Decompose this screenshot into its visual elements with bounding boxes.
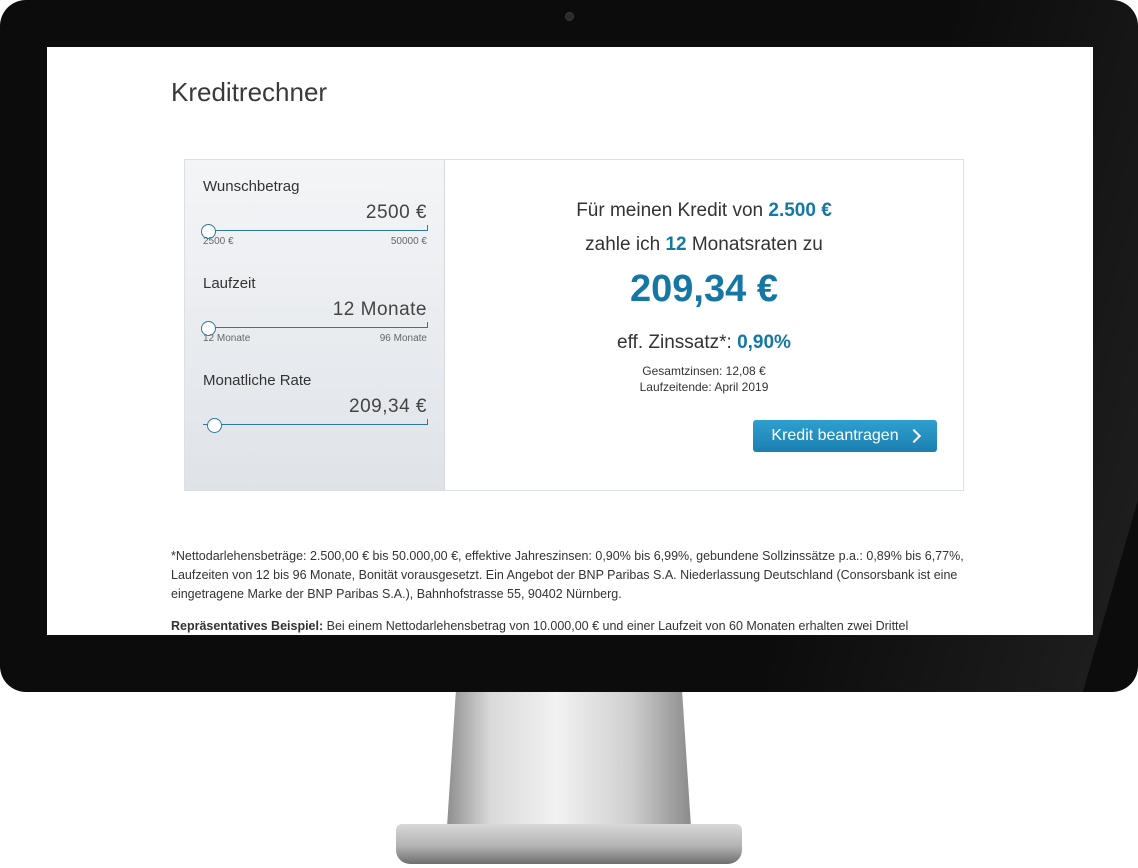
amount-value[interactable]: 2500 €	[366, 202, 427, 224]
amount-slider-track[interactable]	[203, 225, 428, 231]
term-end-date: Laufzeitende: April 2019	[639, 380, 769, 394]
result-line-term: zahle ich 12 Monatsraten zu	[445, 234, 963, 256]
amount-label: Wunschbetrag	[203, 178, 300, 195]
page-title: Kreditrechner	[171, 77, 328, 107]
monthly-label: Monatliche Rate	[203, 372, 312, 389]
chevron-right-icon	[906, 428, 921, 444]
result-line-amount: Für meinen Kredit von 2.500 €	[445, 200, 963, 222]
monthly-value[interactable]: 209,34 €	[349, 396, 427, 418]
term-min: 12 Monate	[203, 333, 251, 344]
monitor-bezel: Kreditrechner Wunschbetrag 2500 € 2500 €…	[0, 0, 1138, 692]
calculator-controls: Wunschbetrag 2500 € 2500 € 50000 € Laufz…	[185, 160, 445, 490]
amount-max: 50000 €	[390, 236, 427, 247]
example-label: Repräsentatives Beispiel:	[171, 619, 324, 633]
monitor-stand-base	[396, 824, 742, 864]
term-max: 96 Monate	[379, 333, 427, 344]
monthly-slider-thumb[interactable]	[207, 418, 223, 433]
line2-count: 12	[665, 234, 687, 255]
example-text: Bei einem Nettodarlehensbetrag von 10.00…	[326, 619, 909, 633]
apply-button-label: Kredit beantragen	[771, 427, 899, 444]
total-interest: Gesamtzinsen: 12,08 €	[642, 364, 766, 378]
amount-min: 2500 €	[203, 236, 234, 247]
line1-amount: 2.500 €	[768, 200, 832, 221]
line1-prefix: Für meinen Kredit von	[576, 200, 764, 221]
effective-interest: eff. Zinssatz*: 0,90%	[445, 332, 963, 354]
term-label: Laufzeit	[203, 275, 256, 292]
legal-footnote: *Nettodarlehensbeträge: 2.500,00 € bis 5…	[171, 549, 964, 601]
monthly-slider-track[interactable]	[203, 419, 428, 425]
term-slider-track[interactable]	[203, 322, 428, 328]
term-value[interactable]: 12 Monate	[333, 299, 427, 321]
calculator-result: Für meinen Kredit von 2.500 € zahle ich …	[445, 160, 963, 490]
zins-value: 0,90%	[737, 332, 791, 353]
monthly-rate-result: 209,34 €	[630, 268, 778, 310]
credit-calculator: Wunschbetrag 2500 € 2500 € 50000 € Laufz…	[184, 159, 964, 491]
representative-example: Repräsentatives Beispiel: Bei einem Nett…	[171, 617, 981, 635]
monitor-stand-neck	[446, 692, 692, 842]
screen: Kreditrechner Wunschbetrag 2500 € 2500 €…	[47, 47, 1093, 635]
zins-label: eff. Zinssatz*:	[617, 332, 732, 353]
line2-prefix: zahle ich	[585, 234, 661, 255]
line2-suffix: Monatsraten zu	[691, 234, 823, 255]
apply-credit-button[interactable]: Kredit beantragen	[753, 420, 937, 452]
camera-icon	[565, 12, 574, 21]
